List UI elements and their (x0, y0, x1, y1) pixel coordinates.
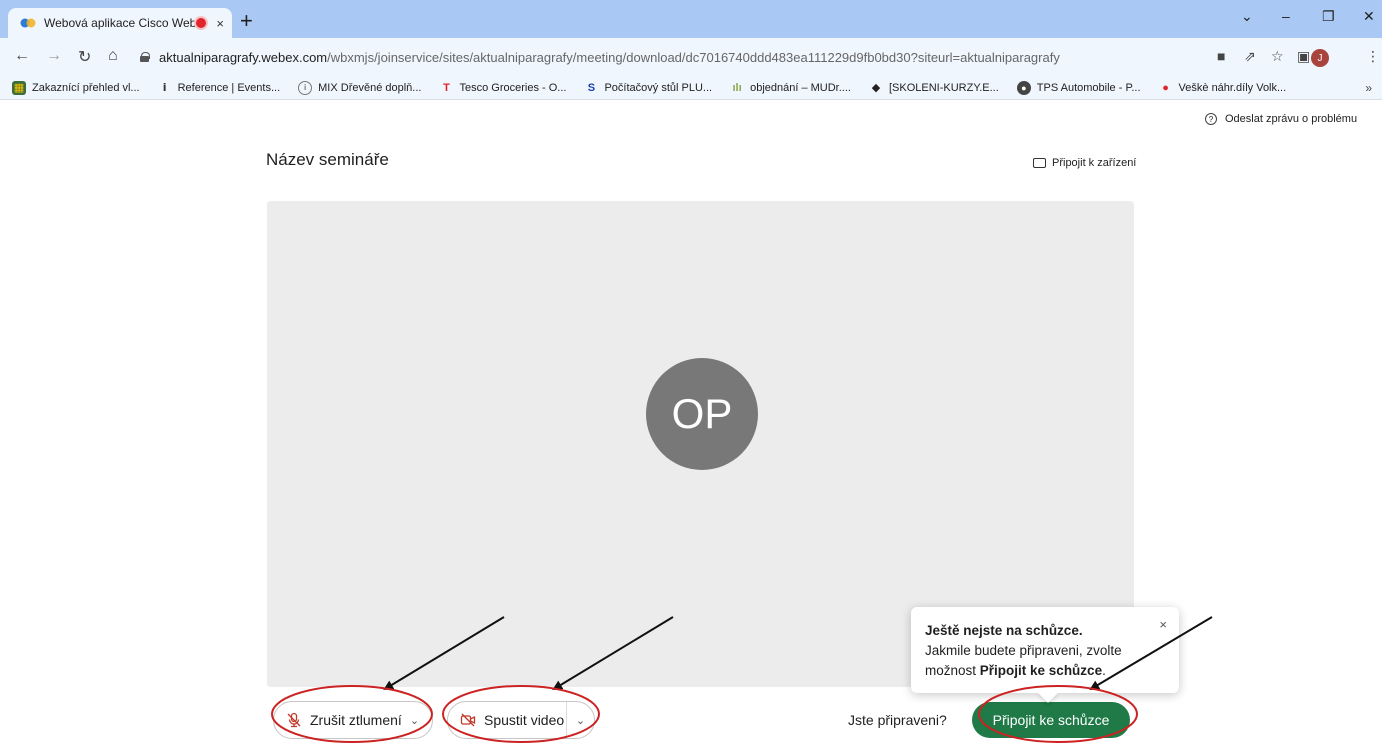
bookmark-star-icon[interactable]: ☆ (1271, 48, 1284, 65)
profile-avatar[interactable]: J (1311, 49, 1329, 67)
unmute-button[interactable]: Zrušit ztlumení ⌄ (273, 701, 433, 739)
window-close-icon[interactable]: ✕ (1363, 8, 1375, 25)
tab-title: Webová aplikace Cisco Webe (44, 16, 197, 30)
device-icon (1033, 158, 1046, 168)
reload-icon[interactable]: ↻ (78, 47, 91, 67)
start-video-button[interactable]: Spustit video ⌄ (447, 701, 595, 739)
globe-icon: ● (1016, 80, 1031, 95)
address-bar[interactable]: aktualniparagrafy.webex.com/wbxmjs/joins… (140, 44, 1080, 70)
recording-indicator-icon (196, 18, 207, 28)
circle-icon: ● (1162, 81, 1169, 94)
page-title: Název semináře (266, 150, 389, 169)
graduation-cap-icon: ◆ (871, 82, 881, 94)
camera-icon[interactable]: ■ (1217, 48, 1225, 64)
ready-prompt: Jste připraveni? (848, 712, 947, 728)
url-path: /wbxmjs/joinservice/sites/aktualniparagr… (327, 49, 1060, 65)
video-off-icon (460, 712, 476, 728)
grid-app-icon: ▦ (12, 80, 26, 95)
connect-device-button[interactable]: Připojit k zařízení (1033, 157, 1136, 169)
tooltip-line: Jakmile budete připraveni, zvolte (925, 643, 1122, 658)
bookmark-item[interactable]: ▦ Zakaznící přehled vl... (12, 80, 140, 95)
minimize-icon[interactable]: – (1282, 8, 1290, 24)
home-icon[interactable]: ⌂ (108, 47, 118, 65)
share-icon[interactable]: ⇗ (1244, 48, 1256, 65)
bookmarks-bar: ▦ Zakaznící přehled vl... ⅰ Reference | Ev… (0, 76, 1382, 100)
new-tab-button[interactable]: + (240, 10, 253, 32)
bookmark-item[interactable]: i MIX Dřevěné doplň... (298, 80, 421, 95)
join-meeting-button[interactable]: Připojit ke schůzce (972, 702, 1130, 738)
bookmark-item[interactable]: S Počítačový stůl PLU... (584, 81, 712, 95)
tooltip-close-icon[interactable]: × (1159, 615, 1167, 635)
start-video-label: Spustit video (484, 712, 565, 728)
not-in-meeting-tooltip: × Ještě nejste na schůzce. Jakmile budet… (911, 607, 1179, 703)
bookmark-item[interactable]: ◆ [SKOLENI-KURZY.E... (869, 81, 999, 95)
bookmark-item[interactable]: ● Veškè náhr.díly Volk... (1159, 81, 1286, 95)
webex-icon (20, 17, 36, 29)
bookmark-item[interactable]: ● TPS Automobile - P... (1016, 80, 1141, 95)
tooltip-line: možnost Připojit ke schůzce. (925, 663, 1106, 678)
browser-toolbar: ← → ↻ ⌂ aktualniparagrafy.webex.com/wbxm… (0, 38, 1382, 76)
tooltip-tail (1038, 683, 1058, 703)
report-problem-link[interactable]: ? Odeslat zprávu o problému (1205, 113, 1357, 125)
side-panel-icon[interactable]: ▣ (1297, 48, 1310, 65)
url-host: aktualniparagrafy.webex.com (159, 49, 328, 65)
bookmarks-more-icon[interactable]: » (1365, 81, 1372, 95)
chevron-down-icon: ⌄ (575, 714, 586, 727)
bookmark-item[interactable]: T Tesco Groceries - O... (439, 81, 566, 95)
back-icon[interactable]: ← (14, 47, 30, 65)
unmute-label: Zrušit ztlumení (310, 712, 402, 728)
info-icon: ⅰ (162, 82, 167, 94)
restore-icon[interactable]: ❐ (1322, 8, 1335, 25)
chevron-down-icon[interactable]: ⌄ (410, 714, 419, 727)
menu-icon[interactable]: ⋮ (1366, 48, 1380, 65)
s-icon: S (587, 81, 596, 94)
shield-icon: i (298, 80, 313, 95)
video-options-dropdown[interactable]: ⌄ (566, 702, 594, 738)
forward-icon[interactable]: → (46, 47, 62, 65)
bookmark-item[interactable]: ılı objednání – MUDr.... (730, 81, 850, 95)
tab-search-icon[interactable]: ⌄ (1241, 8, 1253, 25)
tab-strip: Webová aplikace Cisco Webe × + ⌄ – ❐ ✕ (0, 0, 1382, 38)
bookmark-item[interactable]: ⅰ Reference | Events... (158, 81, 280, 95)
tab-close-icon[interactable]: × (216, 16, 224, 31)
lock-icon (140, 52, 150, 62)
tooltip-heading: Ještě nejste na schůzce. (925, 623, 1083, 638)
help-icon: ? (1205, 113, 1217, 125)
chart-icon: ılı (732, 81, 742, 94)
microphone-muted-icon (286, 712, 302, 728)
browser-tab[interactable]: Webová aplikace Cisco Webe × (8, 8, 232, 38)
tesco-icon: T (443, 81, 450, 94)
avatar: OP (646, 358, 758, 470)
